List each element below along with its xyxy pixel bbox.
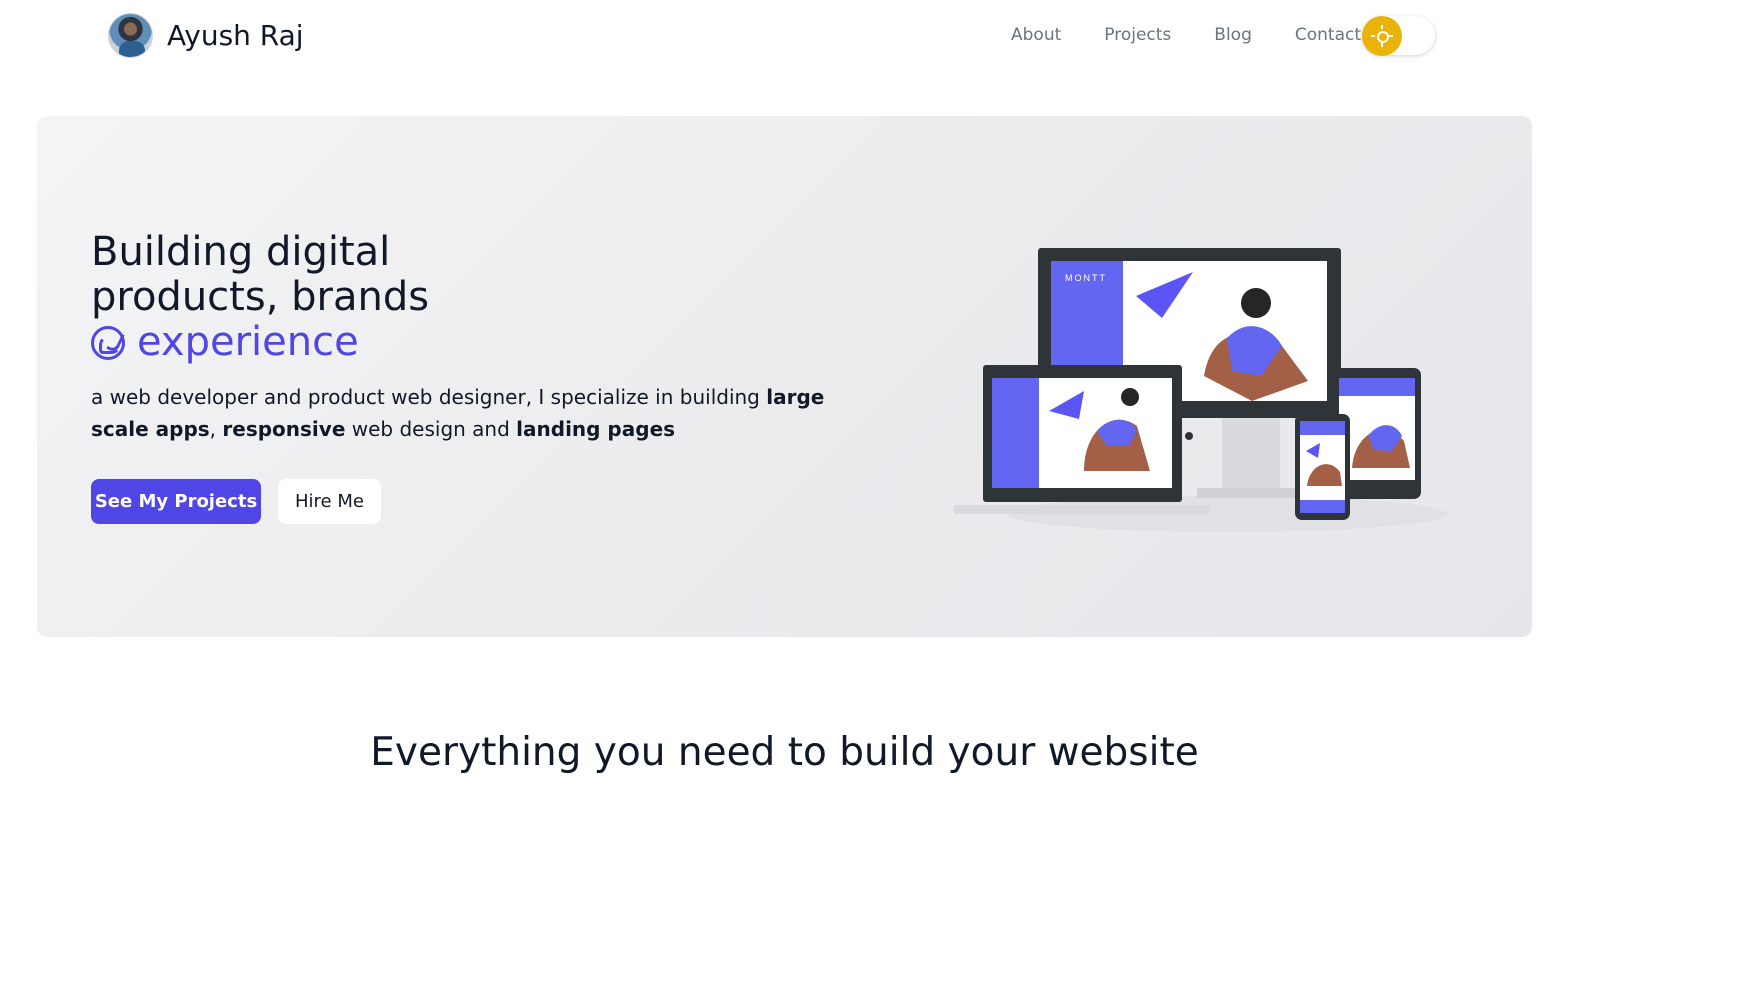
description-bold-2: responsive — [222, 417, 346, 441]
theme-toggle-knob[interactable] — [1362, 16, 1402, 56]
hero-description: a web developer and product web designer… — [91, 381, 831, 445]
hero-title-line-1: Building digital — [91, 229, 391, 275]
avatar — [108, 13, 153, 58]
description-bold-3: landing pages — [516, 417, 676, 441]
laptop-person-head — [1121, 388, 1139, 406]
description-text-3: web design and — [345, 417, 517, 441]
nav-blog[interactable]: Blog — [1214, 25, 1252, 45]
phone-header — [1300, 421, 1345, 435]
hero-title: Building digital products, brands experi… — [91, 230, 791, 365]
description-text-2: , — [209, 417, 223, 441]
hero-accent-text: experience — [137, 319, 359, 365]
desktop-person-head — [1241, 288, 1271, 318]
desktop-brand-text: MONTT — [1065, 273, 1107, 283]
laptop-sidebar — [992, 378, 1039, 488]
monitor-base — [1197, 488, 1305, 498]
site-header: Ayush Raj About Projects Blog Contact — [0, 0, 1763, 80]
hero-title-line-2: products, brands — [91, 274, 430, 320]
phone-footer — [1300, 500, 1345, 513]
main-navigation: About Projects Blog Contact — [1011, 25, 1361, 45]
nav-about[interactable]: About — [1011, 25, 1061, 45]
responsive-devices-illustration: MONTT — [954, 248, 1447, 532]
see-projects-button[interactable]: See My Projects — [91, 479, 261, 524]
theme-toggle[interactable] — [1362, 16, 1435, 56]
nav-contact[interactable]: Contact — [1295, 25, 1361, 45]
tablet-header — [1339, 378, 1415, 396]
brand-name[interactable]: Ayush Raj — [167, 19, 304, 52]
sun-icon — [1371, 25, 1393, 47]
globe-icon — [91, 325, 125, 360]
description-text-1: a web developer and product web designer… — [91, 385, 767, 409]
hero-title-accent: experience — [91, 320, 791, 365]
laptop-base — [954, 505, 1209, 514]
monitor-stand — [1222, 418, 1280, 488]
features-section-title: Everything you need to build your websit… — [370, 730, 1199, 775]
brand[interactable]: Ayush Raj — [108, 13, 304, 58]
monitor-dot — [1185, 432, 1193, 440]
hire-me-button[interactable]: Hire Me — [278, 479, 381, 524]
nav-projects[interactable]: Projects — [1104, 25, 1171, 45]
hero-section: Building digital products, brands experi… — [37, 116, 1532, 637]
